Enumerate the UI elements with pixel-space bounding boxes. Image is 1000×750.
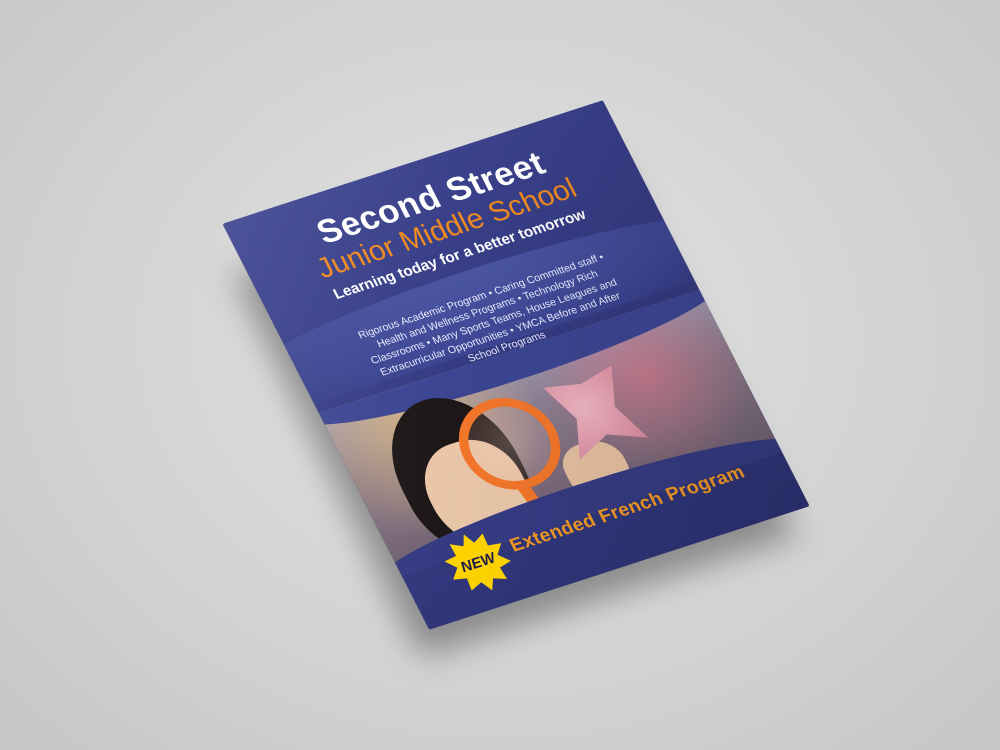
new-badge-label: NEW bbox=[457, 549, 499, 576]
